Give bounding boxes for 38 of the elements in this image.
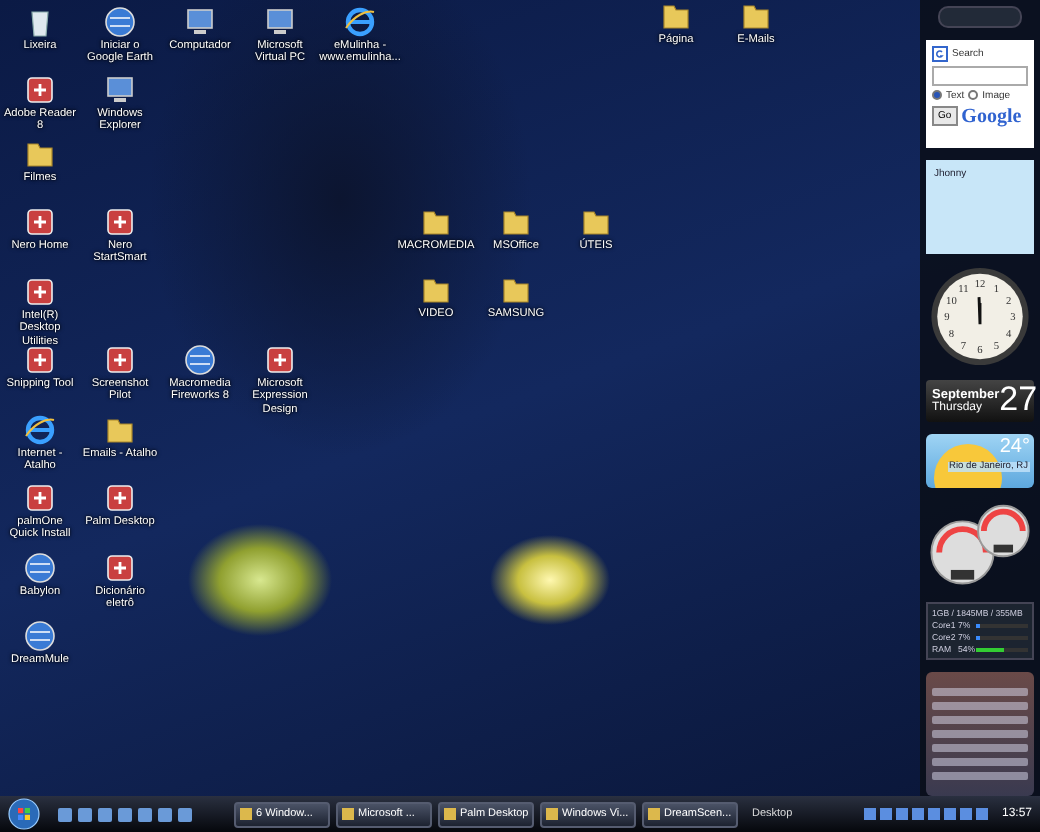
monitor-icon	[184, 6, 216, 38]
app-icon	[24, 74, 56, 106]
app-icon	[24, 344, 56, 376]
app-icon	[24, 482, 56, 514]
start-orb-icon[interactable]	[8, 798, 40, 830]
app-icon	[104, 552, 136, 584]
globe-icon	[104, 6, 136, 38]
folder-icon	[580, 206, 612, 238]
app-icon	[264, 344, 296, 376]
folder-icon	[24, 138, 56, 170]
app-icon	[24, 276, 56, 308]
folder-icon	[104, 414, 136, 446]
app-icon	[104, 344, 136, 376]
radio-button[interactable]	[968, 90, 979, 101]
feed-gadget	[926, 672, 1034, 797]
app-icon	[24, 206, 56, 238]
app-icon	[104, 482, 136, 514]
weather-temperature: 24°	[999, 436, 1030, 459]
cpu-meter-gauges-drawing	[926, 500, 1034, 591]
search-field[interactable]	[932, 65, 1028, 86]
globe-icon	[24, 620, 56, 652]
app-icon	[104, 206, 136, 238]
monitor-icon	[104, 74, 136, 106]
monitor-icon	[264, 6, 296, 38]
radio-button[interactable]	[932, 90, 942, 101]
folder-icon	[500, 206, 532, 238]
folder-icon	[500, 274, 532, 306]
google-logo: Google	[961, 105, 1022, 128]
folder-icon	[420, 206, 452, 238]
globe-icon	[24, 552, 56, 584]
folder-icon	[740, 0, 772, 32]
google-g-icon	[932, 45, 948, 62]
browser-e-icon	[24, 414, 56, 446]
folder-icon	[420, 274, 452, 306]
folder-icon	[660, 0, 692, 32]
calendar-day: 27	[999, 380, 1038, 421]
globe-icon	[184, 344, 216, 376]
browser-e-icon	[344, 6, 376, 38]
